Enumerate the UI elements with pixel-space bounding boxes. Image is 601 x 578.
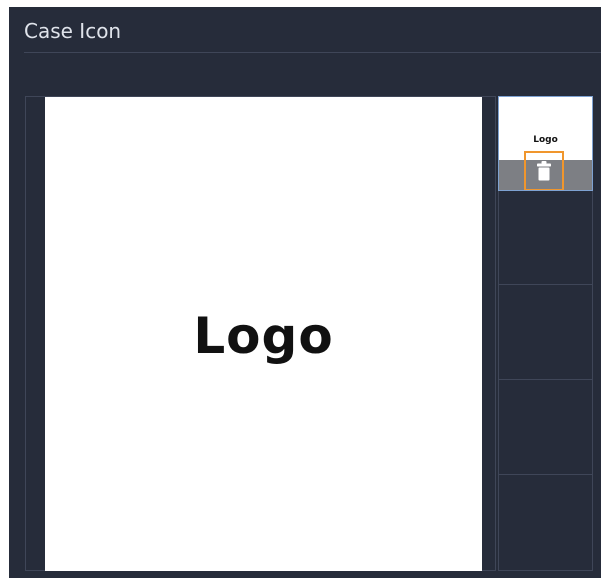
thumbnail-slot-3[interactable] [499, 285, 592, 380]
thumbnail-slot-5[interactable] [499, 475, 592, 570]
preview-logo-text: Logo [193, 307, 334, 365]
logo-preview: Logo [45, 97, 482, 571]
thumbnail-logo-text: Logo [533, 135, 558, 145]
case-icon-panel: Case Icon Logo Logo [9, 7, 601, 578]
title-divider [24, 52, 601, 53]
thumbnail-action-bar [499, 151, 592, 190]
thumbnail-slot-4[interactable] [499, 380, 592, 475]
delete-button[interactable] [524, 151, 564, 190]
thumbnail-list: Logo [498, 96, 593, 571]
trash-icon [537, 161, 551, 181]
thumbnail-slot-2[interactable] [499, 190, 592, 285]
panel-title: Case Icon [24, 19, 122, 43]
thumbnail-item-selected[interactable]: Logo [498, 96, 593, 191]
